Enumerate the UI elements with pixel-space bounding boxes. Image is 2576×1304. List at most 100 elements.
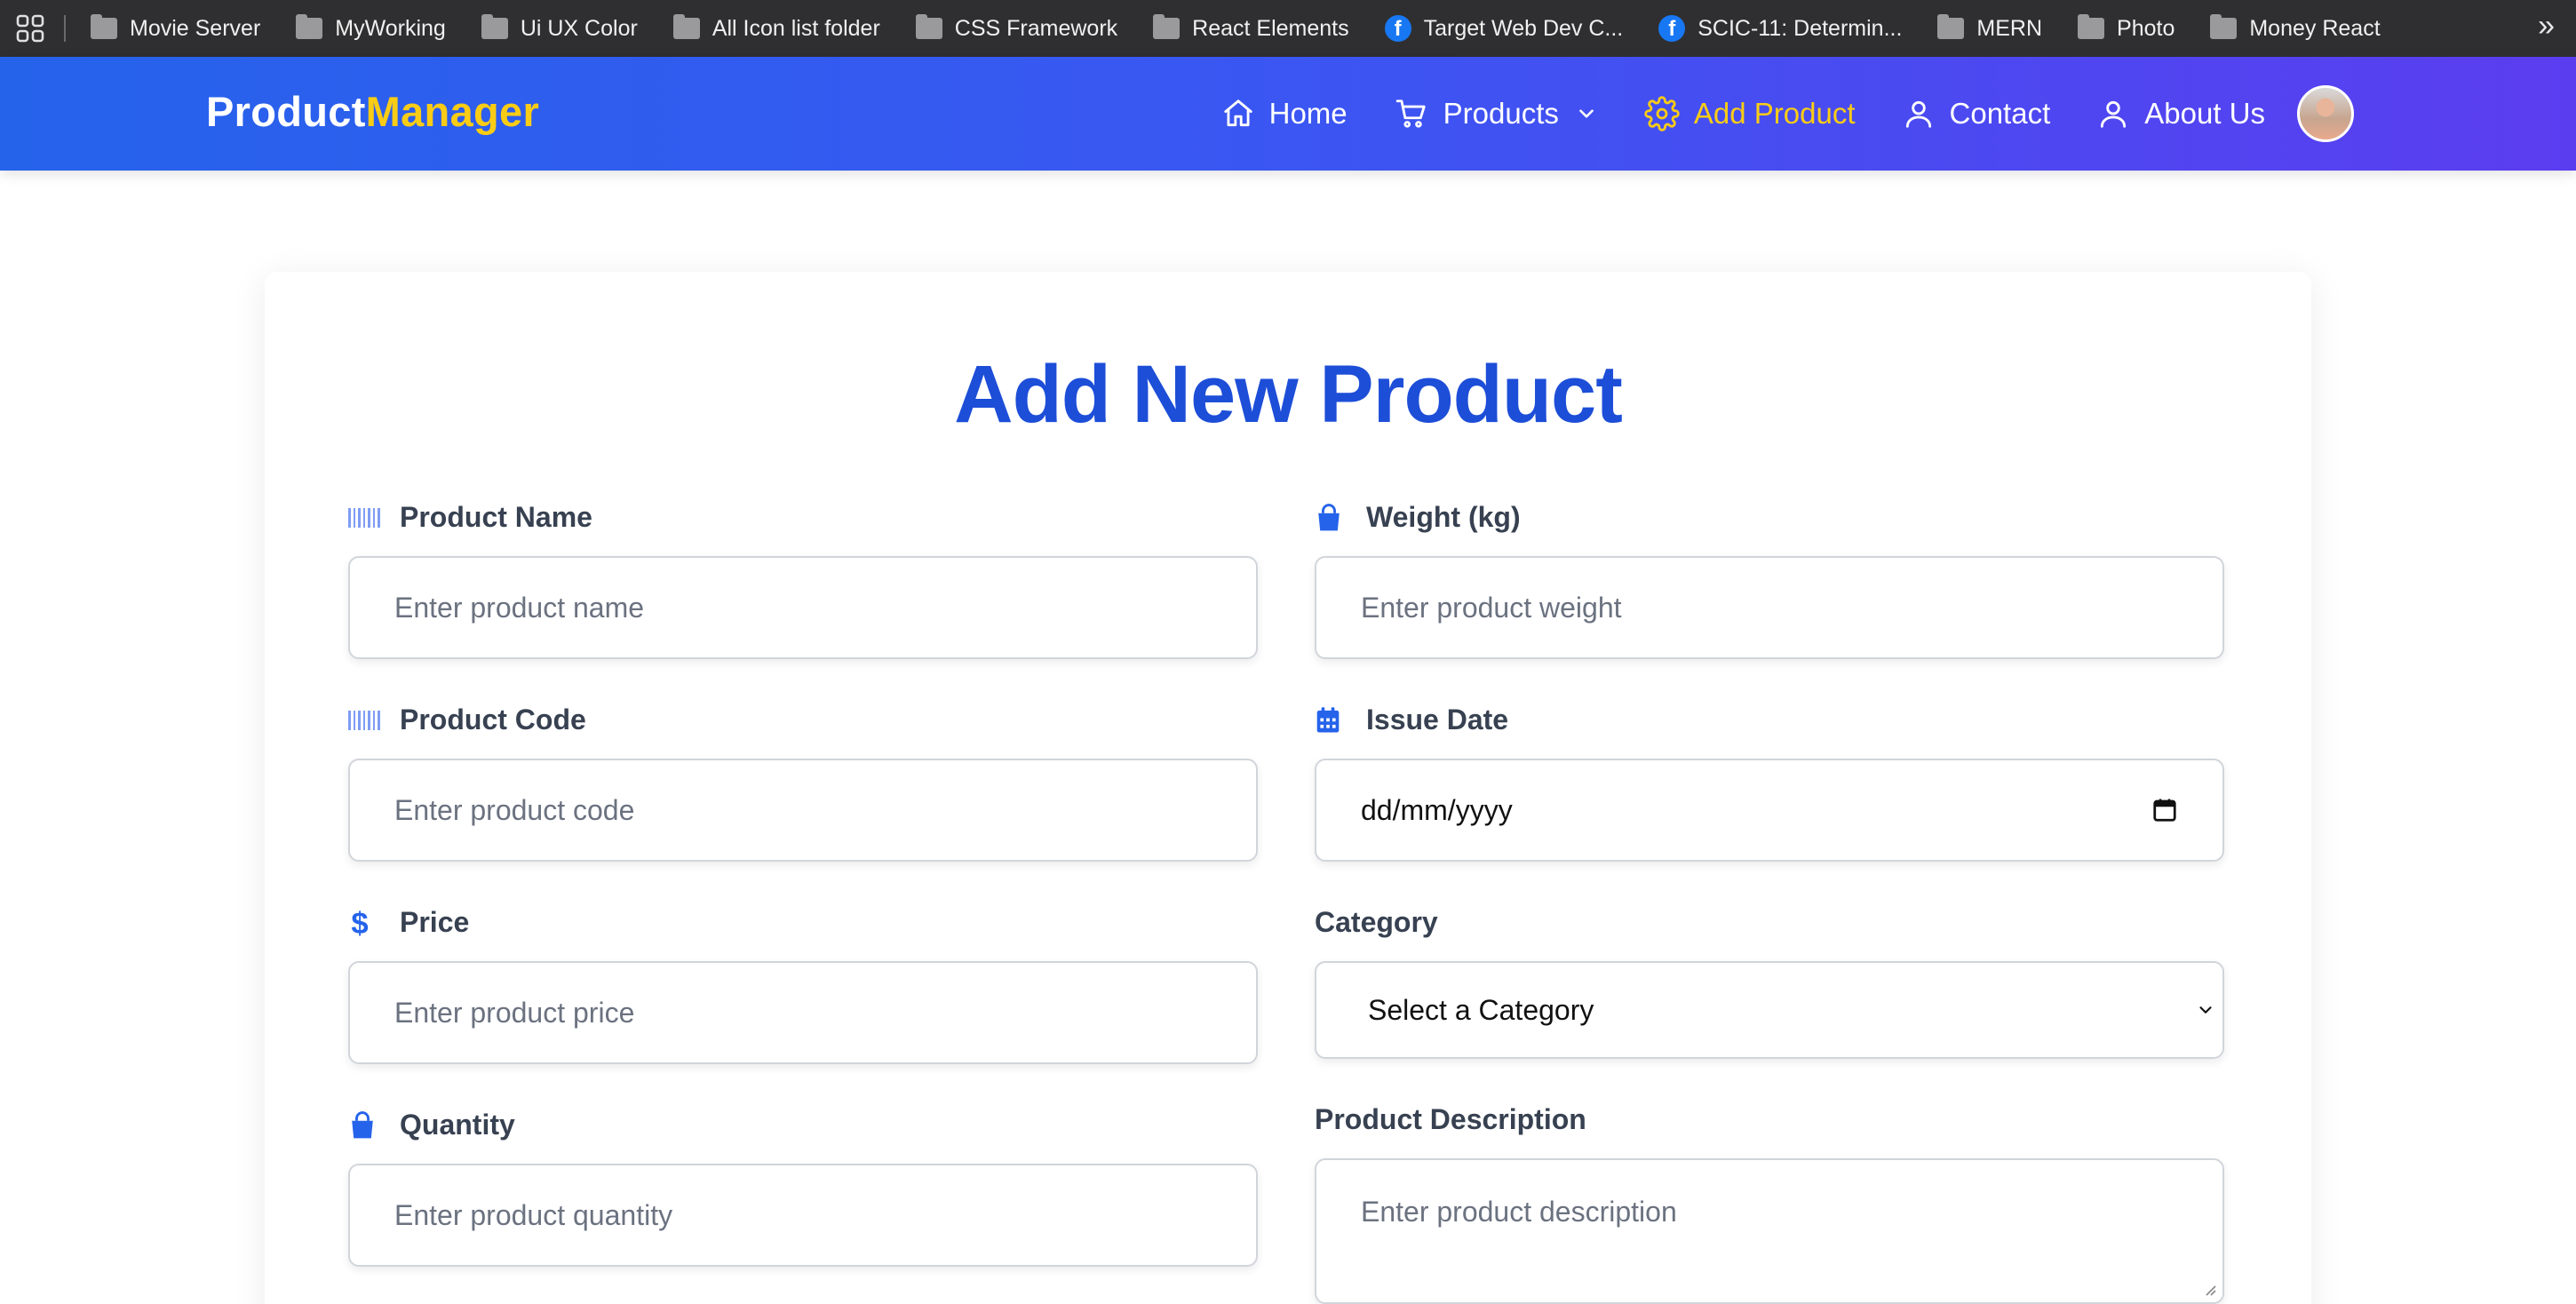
description-label: Product Description [1315,1103,1586,1136]
chevron-down-icon [1579,109,1594,118]
issue-date-value: dd/mm/yyyy [1361,793,1513,826]
nav-links: Home Products Add Product Contact About … [1175,57,2265,171]
nav-add-product[interactable]: Add Product [1644,96,1856,131]
nav-home[interactable]: Home [1221,97,1348,131]
bookmark-label: CSS Framework [954,15,1118,41]
bookmark-icon-list[interactable]: All Icon list folder [672,14,880,42]
bookmark-label: Ui UX Color [520,15,638,41]
cart-icon [1395,99,1426,128]
bookmark-myworking[interactable]: MyWorking [296,14,446,42]
bookmark-label: Movie Server [130,15,261,41]
product-code-input[interactable]: Enter product code [348,759,1258,862]
folder-icon [481,14,508,39]
weight-label: Weight (kg) [1315,501,1521,534]
description-label-text: Product Description [1315,1103,1586,1135]
bookmarks-bar: Movie Server MyWorking Ui UX Color All I… [0,0,2576,57]
nav-about-label: About Us [2144,97,2265,130]
brand-primary: Product [206,88,366,135]
issue-date-label-text: Issue Date [1366,704,1509,735]
bookmark-react-elements[interactable]: React Elements [1153,14,1349,42]
folder-icon [2210,14,2238,39]
nav-products-label: Products [1443,97,1559,130]
bookmark-label: Money React [2249,15,2381,41]
barcode-icon [348,506,384,529]
description-placeholder: Enter product description [1361,1196,1677,1228]
user-icon [1905,100,1931,128]
product-name-label-text: Product Name [400,501,592,533]
bookmark-scic-11[interactable]: f SCIC-11: Determin... [1658,15,1902,42]
category-selected-value: Select a Category [1368,993,1594,1026]
price-label: $ Price [348,906,469,939]
calendar-picker-icon[interactable] [2151,797,2178,823]
nav-add-product-label: Add Product [1693,97,1856,130]
bookmark-mern[interactable]: MERN [1937,14,2043,42]
calendar-icon [1315,706,1350,735]
product-code-label: Product Code [348,704,586,736]
bookmarks-overflow-chevron-icon[interactable]: » [2538,9,2555,44]
gear-icon [1644,96,1680,131]
avatar[interactable] [2297,85,2354,142]
bookmark-movie-server[interactable]: Movie Server [91,14,261,42]
price-placeholder: Enter product price [394,996,635,1029]
folder-icon [1937,14,1965,39]
weight-input[interactable]: Enter product weight [1315,556,2224,659]
issue-date-label: Issue Date [1315,704,1508,736]
bookmark-label: MERN [1976,15,2043,41]
folder-icon [91,14,117,39]
home-icon [1223,99,1252,127]
category-label: Category [1315,906,1438,939]
bookmarks-list: Movie Server MyWorking Ui UX Color All I… [91,14,2416,42]
bookmark-ui-ux-color[interactable]: Ui UX Color [481,14,638,42]
bookmark-money-react[interactable]: Money React [2210,14,2381,42]
nav-about-us[interactable]: About Us [2096,97,2265,131]
nav-contact[interactable]: Contact [1902,97,2051,131]
brand-logo[interactable]: ProductManager [206,87,539,136]
bookmark-label: SCIC-11: Determin... [1697,15,1903,41]
user-icon [2101,100,2127,128]
product-code-label-text: Product Code [400,704,586,735]
dollar-icon: $ [348,907,384,939]
folder-icon [2078,14,2105,39]
bookmark-photo[interactable]: Photo [2078,14,2175,42]
facebook-icon: f [1658,15,1686,42]
category-select[interactable]: Select a Category [1315,961,2224,1059]
folder-icon [915,14,942,39]
svg-text:$: $ [351,907,368,939]
quantity-label-text: Quantity [400,1109,515,1141]
quantity-label: Quantity [348,1109,515,1141]
nav-contact-label: Contact [1949,97,2051,130]
folder-icon [672,14,700,39]
brand-accent: Manager [365,88,540,135]
chevron-down-icon [2196,1000,2215,1020]
bookmark-css-framework[interactable]: CSS Framework [915,14,1118,42]
product-name-input[interactable]: Enter product name [348,556,1258,659]
description-textarea[interactable]: Enter product description [1315,1158,2224,1304]
product-name-placeholder: Enter product name [394,591,645,624]
quantity-placeholder: Enter product quantity [394,1198,673,1231]
apps-grid-icon[interactable] [12,11,48,46]
page-title: Add New Product [954,349,1623,440]
resize-handle-icon[interactable] [2201,1281,2217,1297]
product-code-placeholder: Enter product code [394,793,635,826]
weight-label-text: Weight (kg) [1366,501,1521,533]
category-label-text: Category [1315,906,1438,938]
price-label-text: Price [400,906,470,938]
bookmark-label: MyWorking [335,15,446,41]
bookmark-label: Target Web Dev C... [1423,15,1624,41]
price-input[interactable]: Enter product price [348,961,1258,1064]
facebook-icon: f [1384,15,1411,42]
bookmark-label: All Icon list folder [712,15,880,41]
nav-products[interactable]: Products [1394,97,1598,131]
folder-icon [1153,14,1181,39]
bookmark-target-web-dev[interactable]: f Target Web Dev C... [1384,15,1624,42]
bookmarks-separator [64,15,66,42]
shopping-bag-icon [348,1110,384,1141]
bookmark-label: Photo [2117,15,2175,41]
folder-icon [296,14,323,39]
shopping-bag-icon [1315,503,1350,533]
bookmark-label: React Elements [1192,15,1349,41]
issue-date-input[interactable]: dd/mm/yyyy [1315,759,2224,862]
weight-placeholder: Enter product weight [1361,591,1622,624]
nav-home-label: Home [1268,97,1348,130]
quantity-input[interactable]: Enter product quantity [348,1164,1258,1267]
